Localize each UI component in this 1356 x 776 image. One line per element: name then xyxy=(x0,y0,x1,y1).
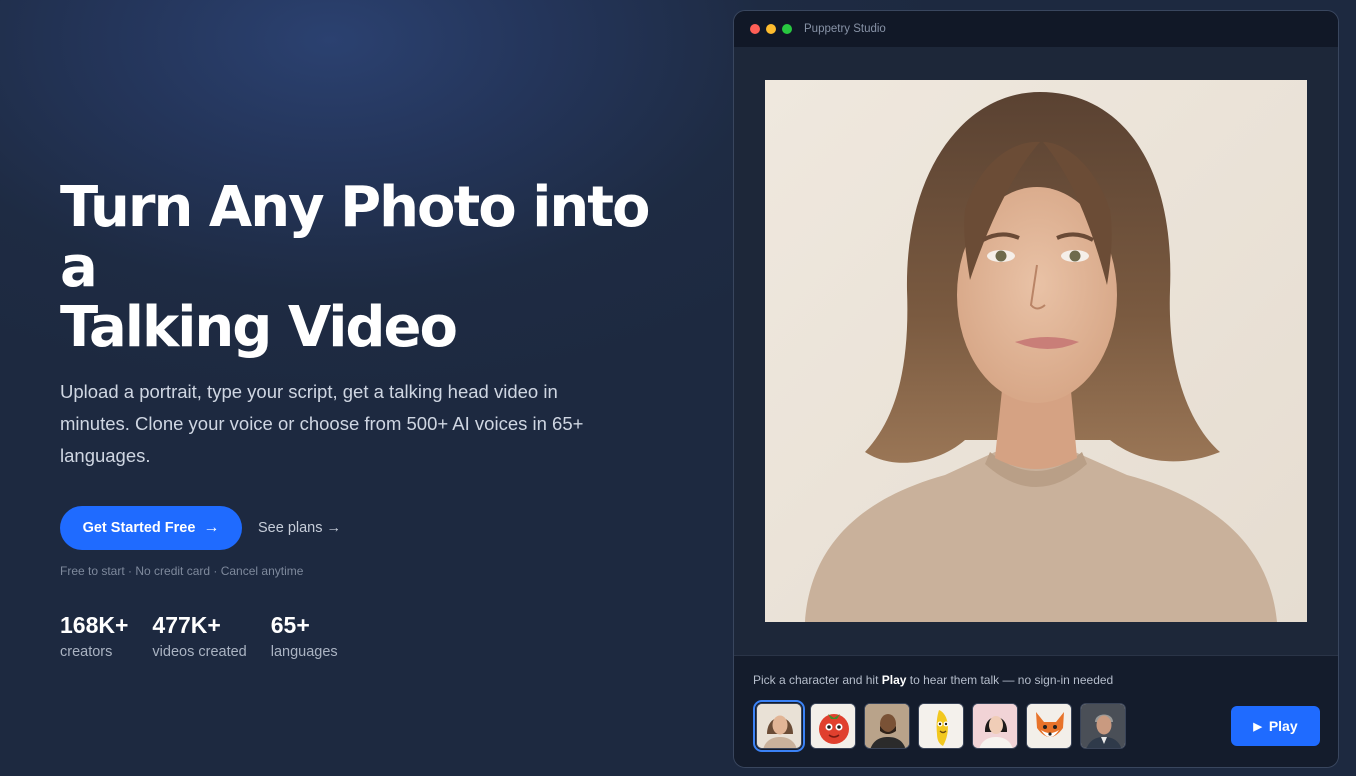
man-avatar-icon xyxy=(865,704,909,748)
stat-label: creators xyxy=(60,644,113,660)
get-started-button[interactable]: Get Started Free → xyxy=(60,506,242,550)
character-picker xyxy=(753,700,1126,752)
woman2-avatar-icon xyxy=(973,704,1017,748)
older-man-avatar-icon xyxy=(1081,704,1125,748)
hint-bold: Play xyxy=(881,673,907,687)
play-label: Play xyxy=(1268,718,1298,734)
tomato-avatar-icon xyxy=(811,704,855,748)
stat-videos: 477K+ videos created xyxy=(152,612,246,660)
fine-print: Free to start · No credit card · Cancel … xyxy=(60,564,304,578)
cta-row: Get Started Free → See plans → xyxy=(60,506,700,550)
stat-value: 477K+ xyxy=(152,612,221,638)
hero-title-line2: Talking Video xyxy=(60,295,458,360)
stat-languages: 65+ languages xyxy=(271,612,338,660)
stat-label: languages xyxy=(270,644,338,660)
hero-section: Turn Any Photo into a Talking Video Uplo… xyxy=(60,178,700,660)
portrait-preview xyxy=(765,80,1307,622)
woman-avatar-icon xyxy=(757,704,801,748)
hint-suffix: to hear them talk — no sign-in needed xyxy=(906,673,1114,687)
character-banana-mascot[interactable] xyxy=(918,703,964,749)
maximize-window-dot[interactable] xyxy=(782,24,792,34)
play-button[interactable]: ▶ Play xyxy=(1231,706,1320,746)
studio-window: Puppetry Studio Pick a character and hit… xyxy=(733,10,1339,768)
hint-prefix: Pick a character and hit xyxy=(753,673,882,687)
character-older-man[interactable] xyxy=(1080,703,1126,749)
stat-creators: 168K+ creators xyxy=(60,612,128,660)
minimize-window-dot[interactable] xyxy=(766,24,776,34)
stat-value: 168K+ xyxy=(60,612,129,638)
stat-label: videos created xyxy=(152,644,247,660)
character-bearded-man[interactable] xyxy=(864,703,910,749)
close-window-dot[interactable] xyxy=(750,24,760,34)
banana-avatar-icon xyxy=(919,704,963,748)
character-asian-woman[interactable] xyxy=(972,703,1018,749)
portrait-image xyxy=(765,80,1307,622)
stats-row: 168K+ creators 477K+ videos created 65+ … xyxy=(60,612,700,660)
play-hint: Pick a character and hit Play to hear th… xyxy=(753,673,1113,687)
stat-value: 65+ xyxy=(270,612,310,638)
fox-avatar-icon xyxy=(1027,704,1071,748)
character-fox-mascot[interactable] xyxy=(1026,703,1072,749)
window-title: Puppetry Studio xyxy=(804,23,886,35)
character-controls: Pick a character and hit Play to hear th… xyxy=(734,655,1338,767)
play-icon: ▶ xyxy=(1253,720,1262,733)
character-tomato-mascot[interactable] xyxy=(810,703,856,749)
hero-subtitle: Upload a portrait, type your script, get… xyxy=(60,381,584,466)
see-plans-link[interactable]: See plans → xyxy=(258,520,341,536)
get-started-label: Get Started Free xyxy=(82,520,196,536)
character-woman-brown-hair[interactable] xyxy=(753,700,805,752)
hero-title: Turn Any Photo into a Talking Video xyxy=(60,178,700,358)
window-titlebar: Puppetry Studio xyxy=(734,11,1338,47)
hero-title-line1: Turn Any Photo into a xyxy=(60,175,651,300)
arrow-right-icon: → xyxy=(203,519,220,536)
